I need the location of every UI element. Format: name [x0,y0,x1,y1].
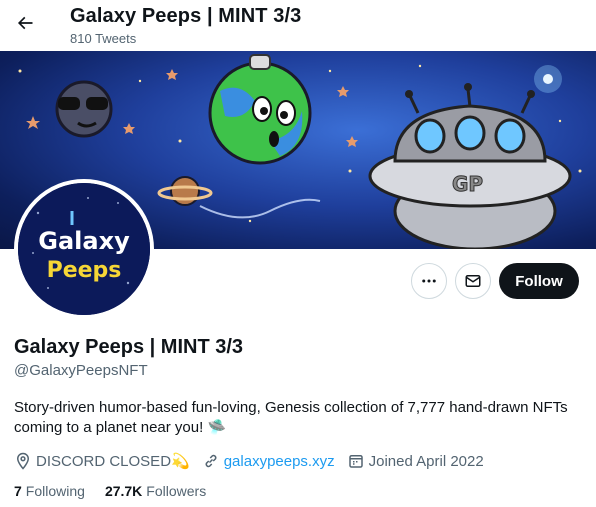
more-button[interactable] [411,263,447,299]
followers-count: 27.7K [104,483,143,499]
location-pin-icon [14,452,32,470]
tweets-count: 810 Tweets [70,31,137,46]
top-bar: Galaxy Peeps | MINT 3/3 810 Tweets [0,0,596,50]
more-horizontal-icon [422,279,436,283]
header-title: Galaxy Peeps | MINT 3/3 [70,5,302,27]
svg-text:Peeps: Peeps [47,258,122,283]
avatar[interactable]: Galaxy Peeps [14,179,154,319]
followers-label: Followers [146,483,207,499]
calendar-icon [347,452,365,470]
svg-text:Galaxy: Galaxy [38,227,130,255]
envelope-icon [465,275,481,287]
follow-button[interactable]: Follow [499,263,579,299]
location-text: DISCORD CLOSED💫 [36,453,190,470]
svg-text:GP: GP [452,172,483,196]
profile-meta: DISCORD CLOSED💫 galaxypeeps.xyz Joined A… [14,451,496,471]
follow-stats: 7 Following 27.7K Followers [14,483,226,499]
following-count: 7 [14,483,22,499]
message-button[interactable] [455,263,491,299]
profile-bio: Story-driven humor-based fun-loving, Gen… [14,399,568,436]
galaxy-peeps-logo: Galaxy Peeps [18,183,150,315]
profile-handle: @GalaxyPeepsNFT [14,362,148,379]
profile-name: Galaxy Peeps | MINT 3/3 [14,336,244,358]
joined-item: Joined April 2022 [347,452,484,470]
following-label: Following [25,483,85,499]
location-item: DISCORD CLOSED💫 [14,452,190,470]
link-icon [202,452,220,470]
joined-text: Joined April 2022 [368,452,484,470]
website-item: galaxypeeps.xyz [202,452,335,470]
following-link[interactable]: 7 Following [14,483,85,499]
arrow-left-icon [17,16,33,30]
website-link[interactable]: galaxypeeps.xyz [224,453,335,470]
followers-link[interactable]: 27.7K Followers [105,483,206,499]
back-button[interactable] [10,8,40,38]
